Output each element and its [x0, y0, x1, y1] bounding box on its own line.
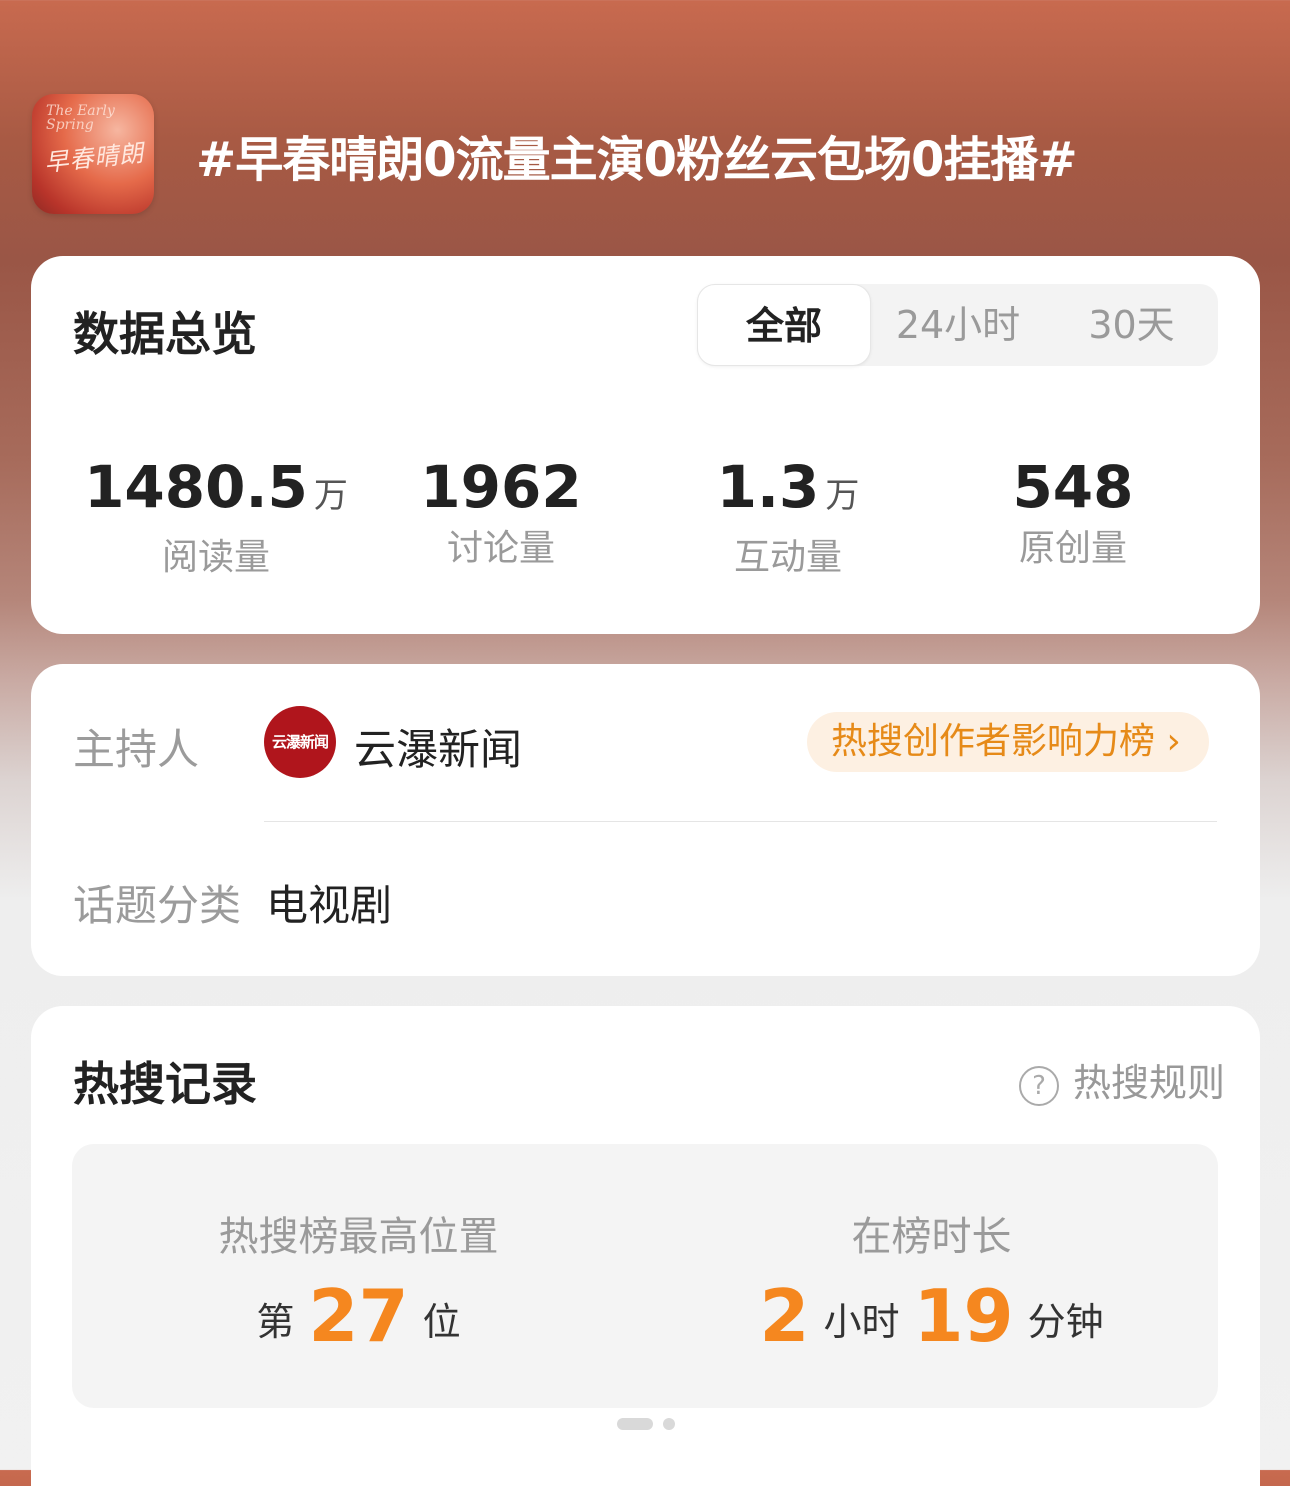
- tab-30d[interactable]: 30天: [1045, 284, 1218, 366]
- peak-rank-number: 27: [308, 1274, 409, 1358]
- hot-record-panel: 热搜榜最高位置 第 27 位 在榜时长 2 小时 19 分钟: [72, 1144, 1218, 1408]
- host-name[interactable]: 云瀑新闻: [354, 716, 522, 777]
- stat-discussions-value: 1962: [420, 453, 582, 521]
- topic-title: #早春晴朗0流量主演0粉丝云包场0挂播#: [196, 132, 1078, 188]
- hot-search-record-card: 热搜记录 ? 热搜规则 热搜榜最高位置 第 27 位 在榜时长 2 小时 19 分钟: [31, 1006, 1260, 1486]
- creator-influence-rank-link[interactable]: 热搜创作者影响力榜 ›: [807, 712, 1209, 772]
- stat-interactions-label: 互动量: [733, 537, 842, 578]
- stat-reads: 1480.5 万 阅读量: [71, 452, 361, 583]
- host-avatar[interactable]: 云瀑新闻: [264, 706, 336, 778]
- tab-24h[interactable]: 24小时: [871, 284, 1045, 366]
- on-list-duration: 在榜时长 2 小时 19 分钟: [645, 1144, 1218, 1408]
- tab-all[interactable]: 全部: [697, 284, 871, 366]
- overview-title: 数据总览: [73, 307, 257, 361]
- stat-reads-value: 1480.5 万: [84, 453, 348, 521]
- stat-originals: 548 原创量: [928, 452, 1218, 574]
- topic-cover-image[interactable]: The Early Spring 早春晴朗: [32, 94, 154, 214]
- cover-text: 早春晴朗: [43, 138, 146, 178]
- topic-header: The Early Spring 早春晴朗 #早春晴朗0流量主演0粉丝云包场0挂…: [32, 94, 1262, 214]
- stat-interactions: 1.3 万 互动量: [643, 452, 933, 583]
- topic-info-card: 主持人 云瀑新闻 云瀑新闻 热搜创作者影响力榜 › 话题分类 电视剧: [31, 664, 1260, 976]
- help-icon: ?: [1019, 1065, 1059, 1106]
- time-range-tabs: 全部 24小时 30天: [697, 284, 1218, 366]
- duration-value: 2 小时 19 分钟: [759, 1274, 1104, 1358]
- divider: [264, 821, 1217, 822]
- peak-position: 热搜榜最高位置 第 27 位: [72, 1144, 645, 1408]
- peak-position-value: 第 27 位: [256, 1274, 461, 1358]
- rules-label: 热搜规则: [1073, 1061, 1226, 1105]
- stat-interactions-value: 1.3 万: [716, 453, 860, 521]
- page-indicator-active: [617, 1418, 653, 1430]
- category-value[interactable]: 电视剧: [266, 872, 392, 933]
- data-overview-card: 数据总览 全部 24小时 30天 1480.5 万 阅读量 1962 讨论量 1.…: [31, 256, 1260, 634]
- stat-discussions: 1962 讨论量: [356, 452, 646, 574]
- stat-originals-value: 548: [1012, 453, 1134, 521]
- hot-record-title: 热搜记录: [73, 1057, 257, 1111]
- stat-originals-label: 原创量: [1018, 528, 1127, 569]
- stat-reads-label: 阅读量: [161, 537, 270, 578]
- duration-hours: 2: [759, 1274, 810, 1358]
- page-indicator-dot: [663, 1418, 675, 1430]
- duration-minutes: 19: [913, 1274, 1014, 1358]
- cover-scribble: The Early Spring: [46, 103, 115, 133]
- category-label: 话题分类: [73, 881, 242, 930]
- stat-discussions-label: 讨论量: [446, 528, 555, 569]
- host-label: 主持人: [73, 725, 200, 774]
- peak-position-label: 热搜榜最高位置: [218, 1214, 499, 1260]
- hot-search-rules-link[interactable]: ? 热搜规则: [1019, 1052, 1225, 1107]
- duration-label: 在榜时长: [851, 1214, 1012, 1260]
